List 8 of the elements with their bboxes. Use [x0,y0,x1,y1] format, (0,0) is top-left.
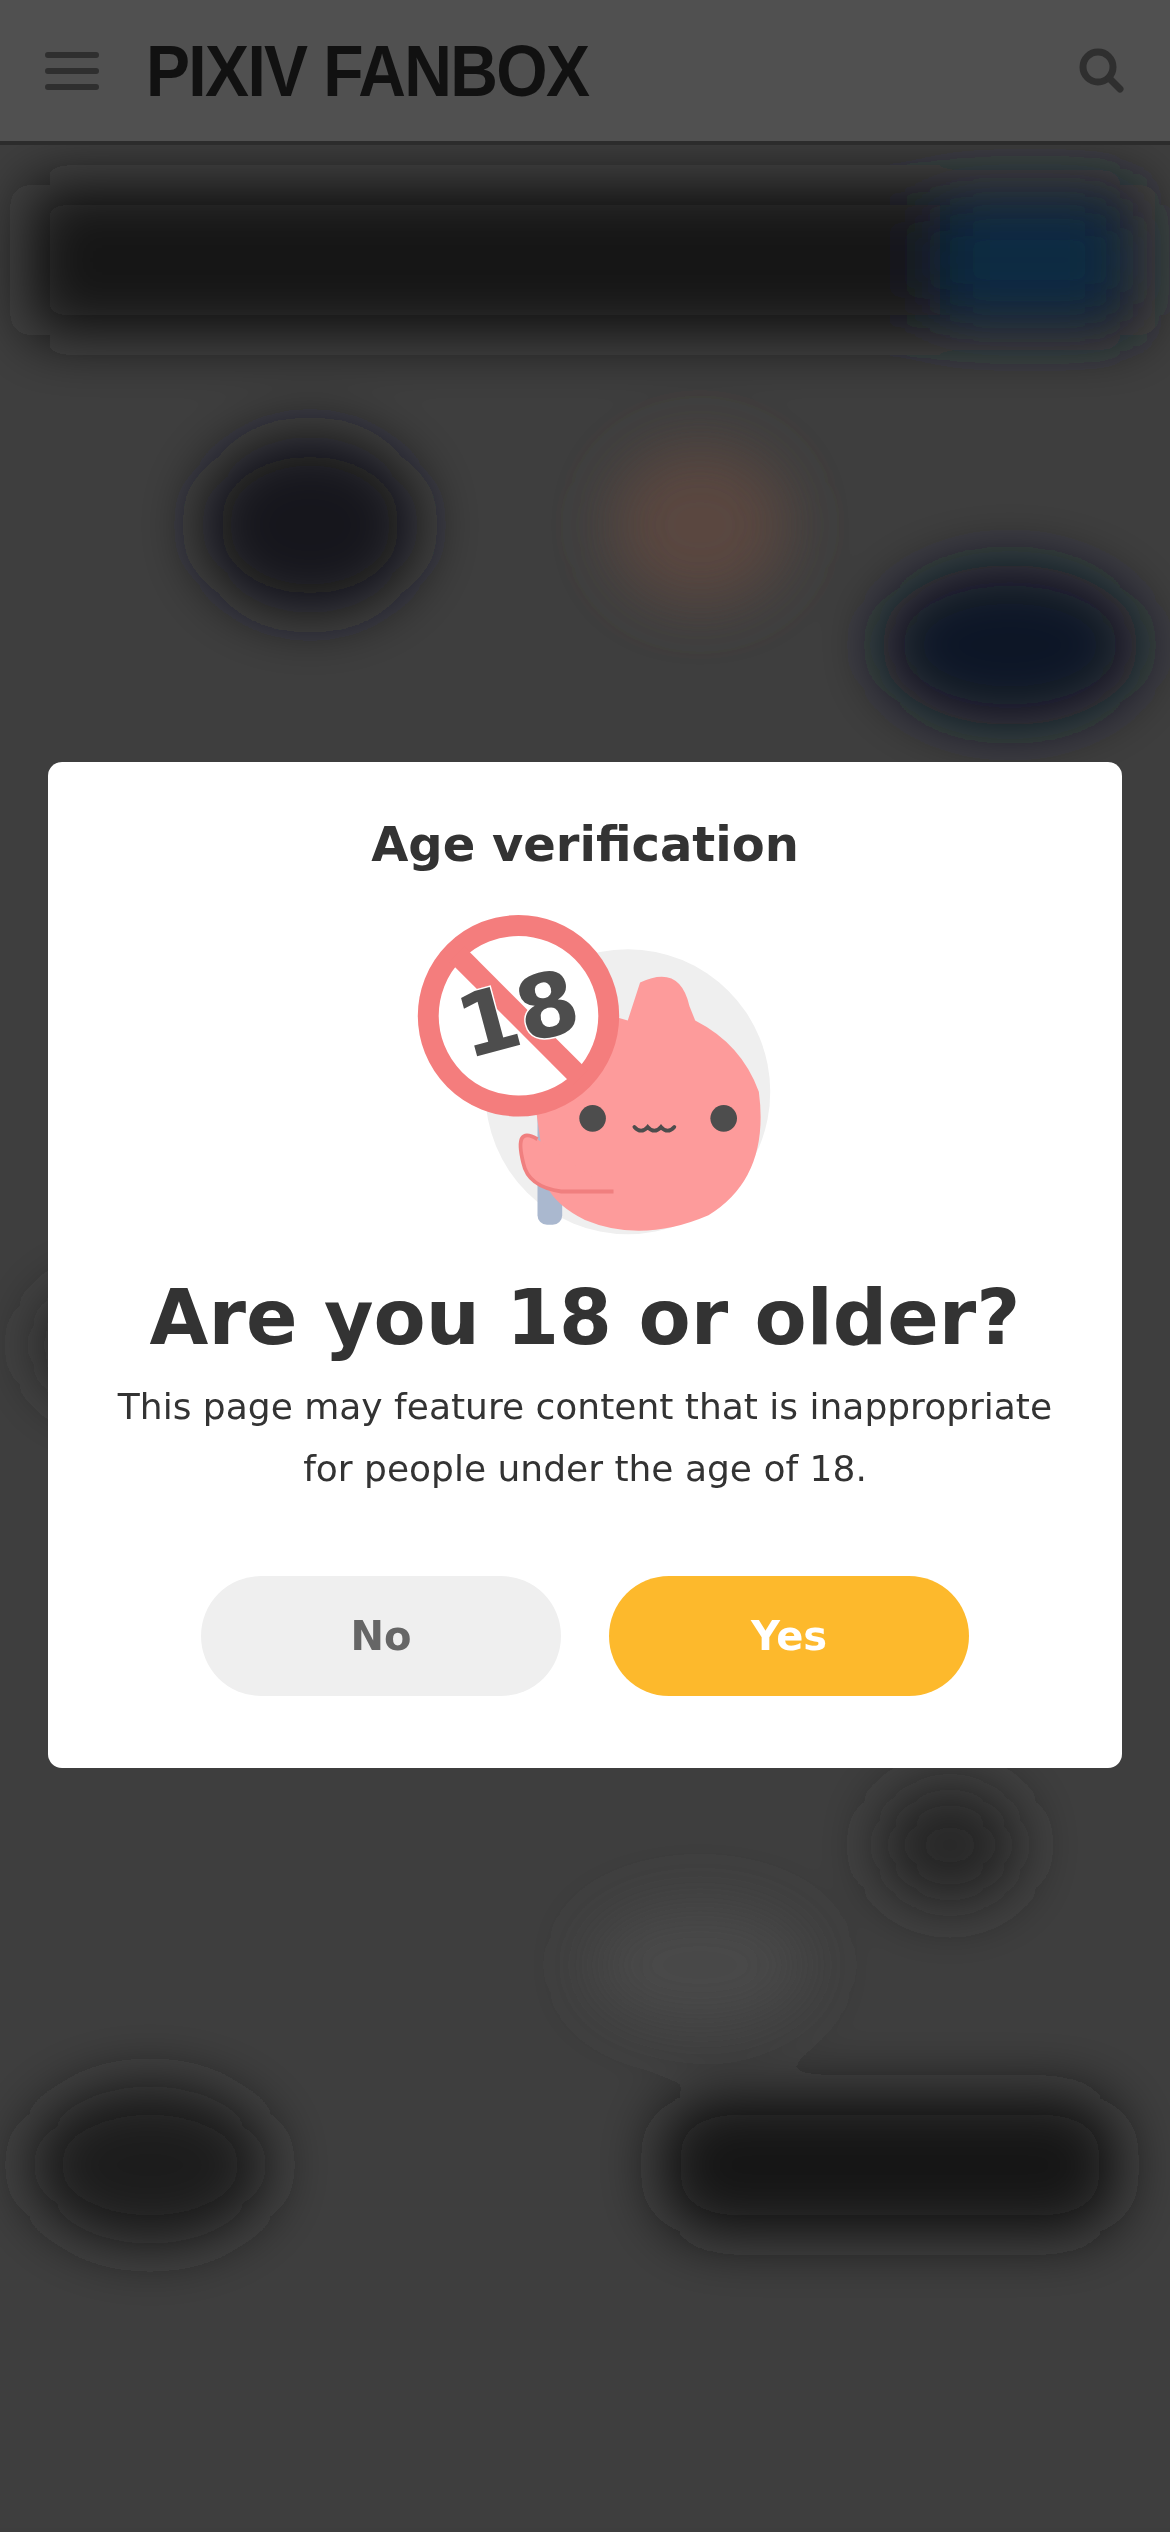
search-icon[interactable] [1078,46,1126,95]
decline-button[interactable]: No [201,1576,561,1696]
logo[interactable]: PIXIV FANBOX [146,34,589,107]
menu-icon[interactable] [44,50,100,91]
dialog-title: Age verification [371,815,799,874]
dialog-heading: Are you 18 or older? [149,1272,1021,1364]
confirm-button[interactable]: Yes [609,1576,969,1696]
dialog-message: This page may feature content that is inappropriate for people under the age of 18. [116,1385,1054,1491]
